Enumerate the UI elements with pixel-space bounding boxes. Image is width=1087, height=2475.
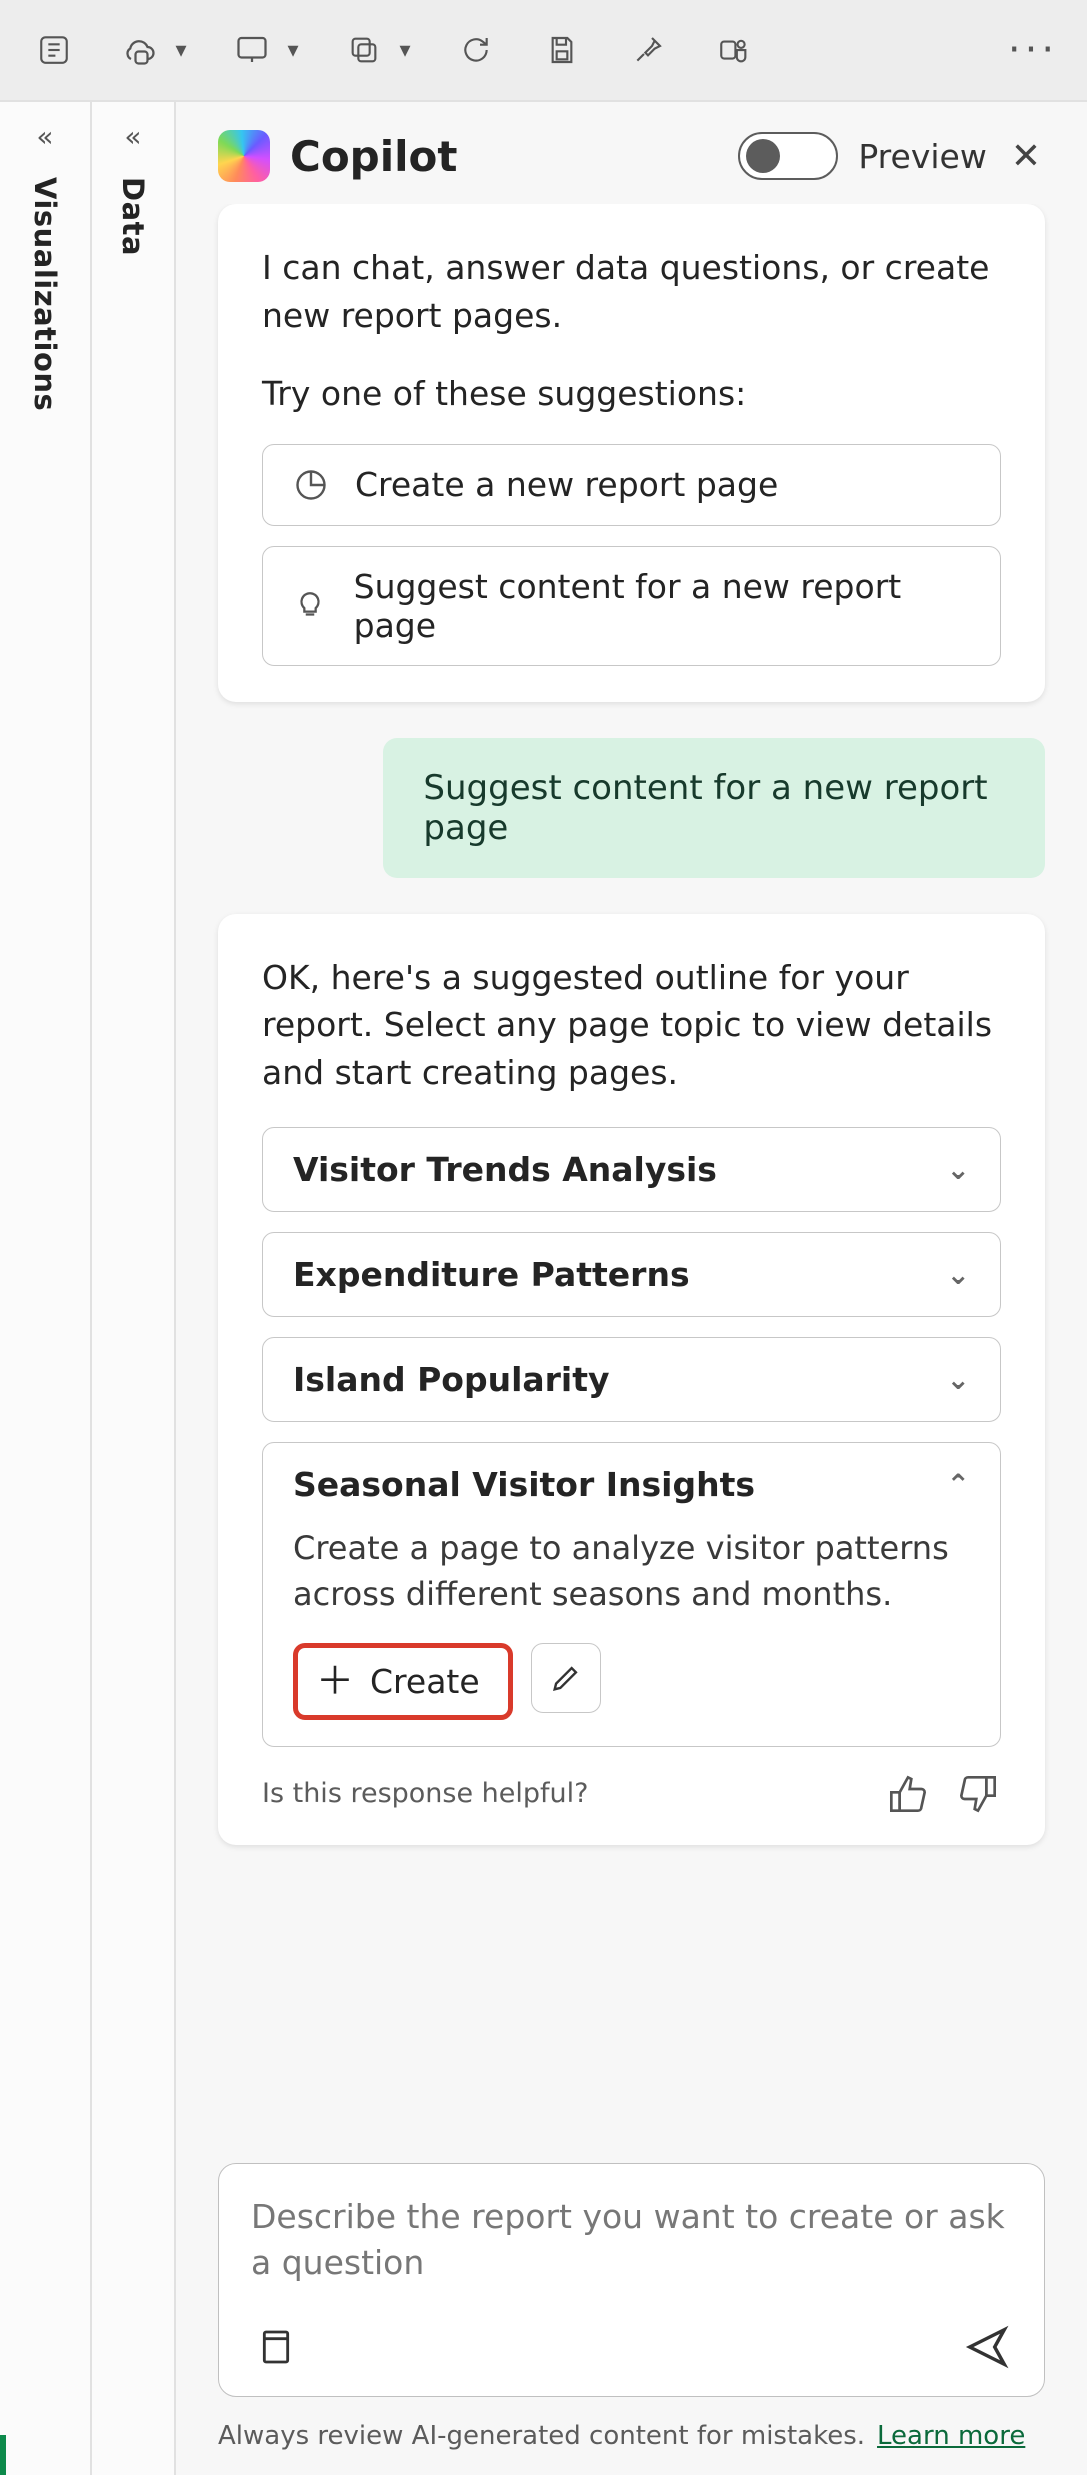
topic-title: Expenditure Patterns	[293, 1255, 690, 1294]
refresh-icon[interactable]	[450, 24, 502, 76]
more-icon[interactable]: ···	[1007, 24, 1059, 76]
visualizations-label: Visualizations	[28, 177, 62, 411]
chevron-down-icon[interactable]: ▾	[170, 38, 192, 63]
chevron-down-icon[interactable]: ▾	[282, 38, 304, 63]
close-icon[interactable]: ✕	[1007, 136, 1045, 177]
suggestion-suggest-content[interactable]: Suggest content for a new report page	[262, 546, 1001, 666]
chevron-down-icon[interactable]: ▾	[394, 38, 416, 63]
save-icon[interactable]	[536, 24, 588, 76]
topic-expenditure-patterns[interactable]: Expenditure Patterns ⌄	[262, 1232, 1001, 1317]
data-rail[interactable]: « Data	[92, 102, 176, 2475]
intro-card: I can chat, answer data questions, or cr…	[218, 204, 1045, 702]
disclaimer: Always review AI-generated content for m…	[176, 2407, 1087, 2475]
panel-icon[interactable]	[28, 24, 80, 76]
input-area: Describe the report you want to create o…	[176, 2143, 1087, 2407]
topic-description: Create a page to analyze visitor pattern…	[263, 1526, 1000, 1643]
topic-title: Visitor Trends Analysis	[293, 1150, 717, 1189]
intro-try-text: Try one of these suggestions:	[262, 370, 1001, 418]
assistant-text: OK, here's a suggested outline for your …	[262, 954, 1001, 1098]
notebook-icon[interactable]	[251, 2322, 301, 2372]
cloud-upload-icon[interactable]	[114, 24, 166, 76]
chevron-down-icon: ⌄	[947, 1153, 970, 1186]
edit-button[interactable]	[531, 1643, 601, 1713]
visualizations-rail[interactable]: « Visualizations	[0, 102, 92, 2475]
send-icon[interactable]	[962, 2322, 1012, 2372]
disclaimer-text: Always review AI-generated content for m…	[218, 2421, 865, 2451]
topic-title: Island Popularity	[293, 1360, 610, 1399]
assistant-card: OK, here's a suggested outline for your …	[218, 914, 1045, 1845]
preview-label: Preview	[858, 137, 986, 176]
copy-icon[interactable]	[338, 24, 390, 76]
topic-title: Seasonal Visitor Insights	[293, 1465, 755, 1504]
app-toolbar: ▾ ▾ ▾ ···	[0, 0, 1087, 100]
chevron-down-icon: ⌄	[947, 1363, 970, 1396]
feedback-prompt: Is this response helpful?	[262, 1778, 589, 1809]
suggestion-create-page[interactable]: Create a new report page	[262, 444, 1001, 526]
chart-icon	[291, 465, 331, 505]
topic-island-popularity[interactable]: Island Popularity ⌄	[262, 1337, 1001, 1422]
copilot-pane: Copilot Preview ✕ I can chat, answer dat…	[176, 102, 1087, 2475]
prompt-input[interactable]: Describe the report you want to create o…	[218, 2163, 1045, 2397]
topic-visitor-trends[interactable]: Visitor Trends Analysis ⌄	[262, 1127, 1001, 1212]
user-message: Suggest content for a new report page	[383, 738, 1045, 878]
thumbs-up-icon[interactable]	[885, 1771, 931, 1817]
thumbs-down-icon[interactable]	[955, 1771, 1001, 1817]
collapse-left-icon[interactable]: «	[36, 120, 53, 153]
create-button[interactable]: ＋ Create	[293, 1643, 513, 1720]
intro-text: I can chat, answer data questions, or cr…	[262, 244, 1001, 340]
suggestion-label: Create a new report page	[355, 465, 778, 504]
present-icon[interactable]	[226, 24, 278, 76]
lightbulb-icon	[291, 586, 330, 626]
feedback-row: Is this response helpful?	[262, 1771, 1001, 1817]
suggestion-label: Suggest content for a new report page	[354, 567, 972, 645]
copilot-header: Copilot Preview ✕	[176, 102, 1087, 204]
create-label: Create	[370, 1662, 480, 1701]
pin-icon[interactable]	[622, 24, 674, 76]
data-label: Data	[116, 177, 150, 256]
copilot-logo-icon	[218, 130, 270, 182]
learn-more-link[interactable]: Learn more	[877, 2421, 1025, 2451]
preview-toggle[interactable]	[738, 132, 838, 180]
teams-icon[interactable]	[708, 24, 760, 76]
prompt-placeholder: Describe the report you want to create o…	[251, 2194, 1012, 2286]
chevron-down-icon: ⌄	[947, 1258, 970, 1291]
chevron-up-icon: ⌃	[947, 1468, 970, 1501]
active-indicator	[0, 2435, 6, 2475]
copilot-title: Copilot	[290, 132, 457, 181]
collapse-left-icon[interactable]: «	[124, 120, 141, 153]
pencil-icon	[549, 1661, 583, 1695]
topic-seasonal-visitor-insights[interactable]: Seasonal Visitor Insights ⌃ Create a pag…	[262, 1442, 1001, 1747]
